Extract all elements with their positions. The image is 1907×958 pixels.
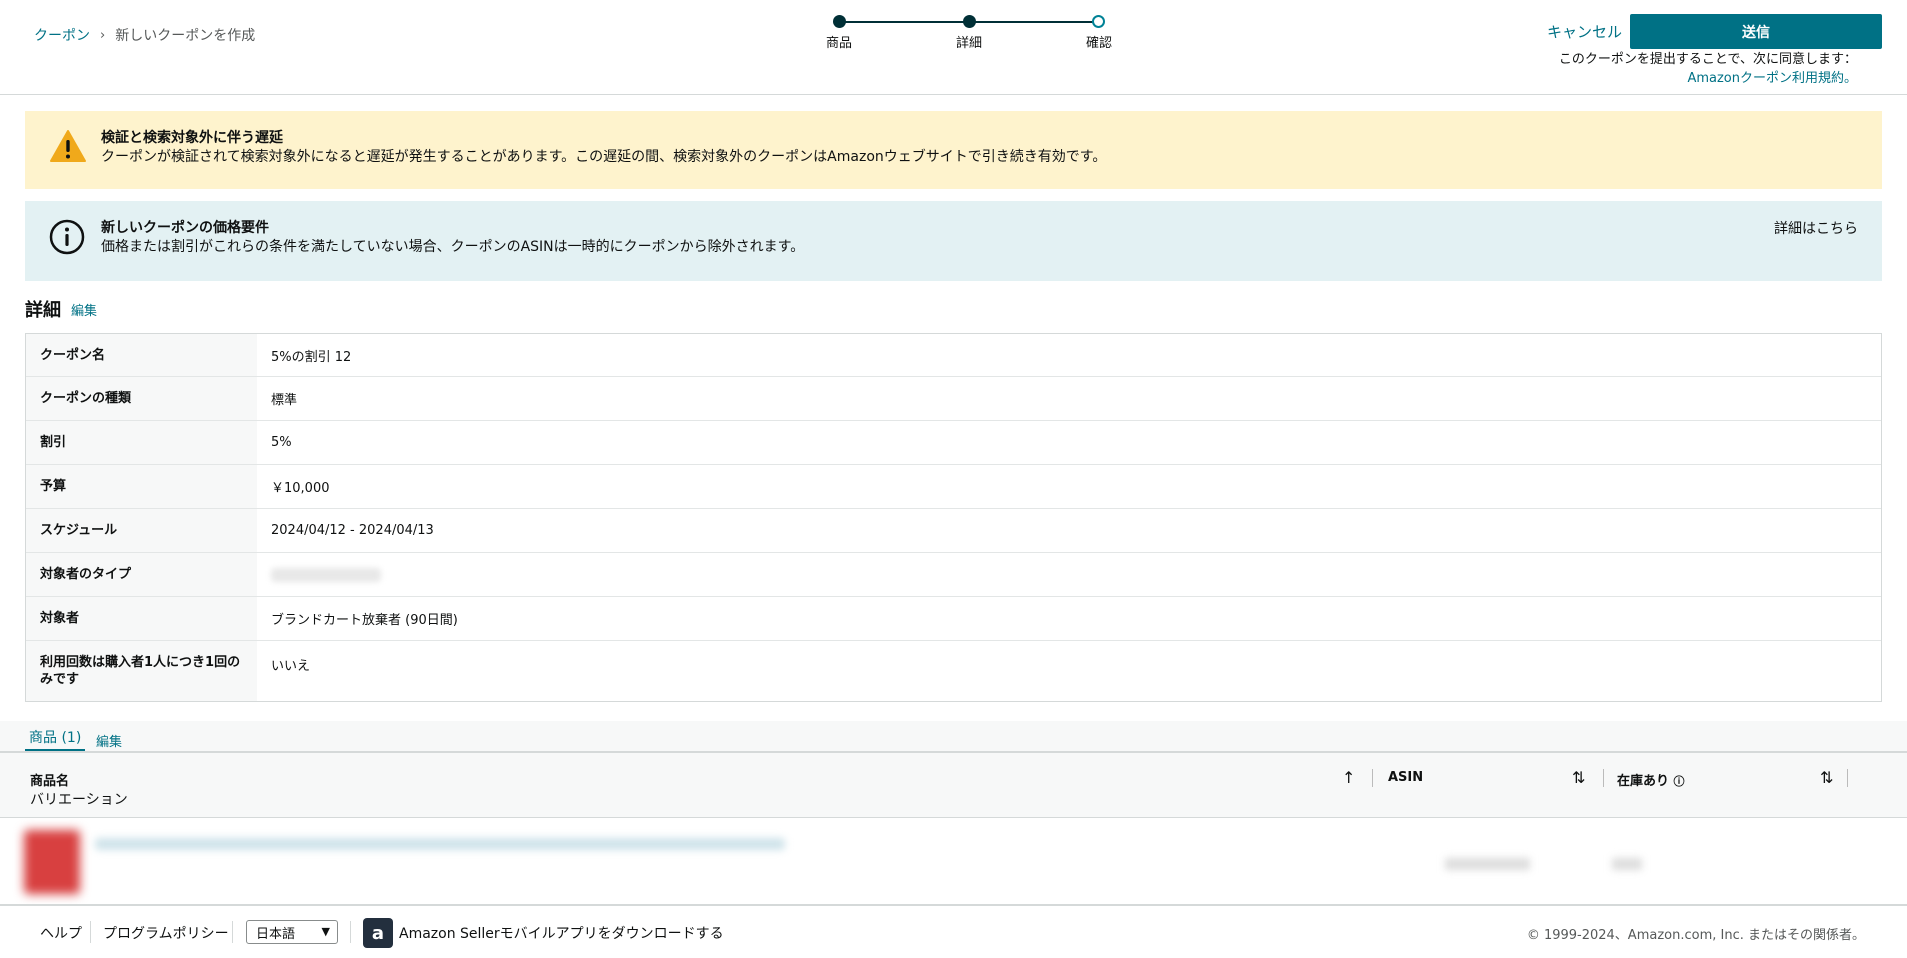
details-label: 利用回数は購入者1人につき1回のみです — [26, 641, 257, 701]
cancel-button[interactable]: キャンセル — [1547, 21, 1622, 42]
table-row — [0, 818, 1907, 904]
stepper-line-2 — [970, 21, 1098, 23]
details-row-budget: 予算 ￥10,000 — [26, 465, 1881, 509]
column-header-in-stock[interactable]: 在庫あり ⓘ — [1617, 770, 1685, 789]
terms-link[interactable]: Amazonクーポン利用規約。 — [1559, 69, 1857, 88]
column-divider — [1603, 769, 1604, 787]
step-label-products: 商品 — [825, 36, 853, 51]
warning-alert: 検証と検索対象外に伴う遅延 クーポンが検証されて検索対象外になると遅延が発生する… — [25, 111, 1882, 189]
info-small-icon[interactable]: ⓘ — [1674, 775, 1685, 788]
info-icon — [49, 219, 85, 259]
footer-app-download-link[interactable]: Amazon Sellerモバイルアプリをダウンロードする — [399, 923, 724, 943]
details-value: いいえ — [271, 659, 311, 674]
footer-help-link[interactable]: ヘルプ — [40, 923, 82, 943]
agreement-text: このクーポンを提出することで、次に同意します： — [1558, 52, 1857, 67]
step-dot-details — [963, 15, 976, 28]
details-heading: 詳細 — [25, 300, 61, 321]
breadcrumb-current: 新しいクーポンを作成 — [115, 28, 256, 44]
column-header-product-name[interactable]: 商品名 — [30, 770, 69, 789]
breadcrumb-separator: › — [100, 27, 106, 43]
column-divider — [1847, 769, 1848, 787]
redacted-value — [271, 567, 381, 582]
details-label: クーポンの種類 — [26, 377, 257, 420]
warning-icon — [49, 129, 87, 167]
details-row-one-per-customer: 利用回数は購入者1人につき1回のみです いいえ — [26, 641, 1881, 701]
agreement-notice: このクーポンを提出することで、次に同意します： Amazonクーポン利用規約。 — [1559, 50, 1857, 88]
product-thumbnail — [24, 830, 80, 894]
product-asin-redacted — [1445, 858, 1530, 870]
details-value: ブランドカート放棄者 (90日間) — [271, 613, 458, 628]
footer-policy-link[interactable]: プログラムポリシー — [103, 923, 229, 943]
details-label: 対象者のタイプ — [26, 553, 257, 596]
warning-body: クーポンが検証されて検索対象外になると遅延が発生することがあります。この遅延の間… — [101, 149, 1107, 165]
details-value: ￥10,000 — [271, 481, 330, 496]
chevron-down-icon: ▼ — [321, 925, 330, 938]
products-edit-link[interactable]: 編集 — [96, 731, 122, 750]
details-label: 対象者 — [26, 597, 257, 640]
sort-ascending-icon[interactable]: ↑ — [1342, 768, 1355, 787]
in-stock-label: 在庫あり — [1617, 774, 1670, 789]
details-row-audience-type: 対象者のタイプ — [26, 553, 1881, 597]
page-footer: ヘルプ プログラムポリシー 日本語 ▼ a Amazon Sellerモバイルア… — [0, 904, 1907, 958]
details-edit-link[interactable]: 編集 — [71, 300, 97, 319]
details-row-coupon-name: クーポン名 5%の割引 12 — [26, 334, 1881, 377]
page-header: クーポン › 新しいクーポンを作成 商品 詳細 確認 キャンセル 送信 このクー… — [0, 0, 1907, 95]
details-value: 5%の割引 12 — [271, 349, 352, 365]
language-selected-value: 日本語 — [256, 926, 296, 942]
learn-more-link[interactable]: 詳細はこちら — [1774, 218, 1858, 238]
step-dot-products — [833, 15, 846, 28]
breadcrumb: クーポン › 新しいクーポンを作成 — [34, 25, 255, 45]
sort-toggle-icon[interactable]: ⇅ — [1572, 768, 1585, 787]
details-label: 割引 — [26, 421, 257, 464]
info-body: 価格または割引がこれらの条件を満たしていない場合、クーポンのASINは一時的にク… — [101, 239, 805, 255]
step-dot-review — [1092, 15, 1105, 28]
product-title-redacted[interactable] — [95, 838, 785, 850]
details-label: 予算 — [26, 465, 257, 508]
details-row-coupon-type: クーポンの種類 標準 — [26, 377, 1881, 421]
details-row-audience: 対象者 ブランドカート放棄者 (90日間) — [26, 597, 1881, 641]
breadcrumb-coupons-link[interactable]: クーポン — [34, 25, 90, 45]
footer-divider — [350, 921, 351, 943]
details-row-schedule: スケジュール 2024/04/12 - 2024/04/13 — [26, 509, 1881, 553]
details-value — [257, 553, 1881, 596]
step-label-details: 詳細 — [955, 36, 983, 51]
language-select[interactable]: 日本語 ▼ — [246, 920, 338, 944]
sort-toggle-icon[interactable]: ⇅ — [1820, 768, 1833, 787]
products-tab-bar — [0, 721, 1907, 751]
footer-copyright: © 1999-2024、Amazon.com, Inc. またはその関係者。 — [1526, 928, 1865, 943]
step-label-review: 確認 — [1085, 36, 1113, 51]
progress-stepper: 商品 詳細 確認 — [824, 14, 1112, 54]
submit-button[interactable]: 送信 — [1630, 14, 1882, 49]
details-value: 標準 — [271, 393, 298, 408]
details-row-discount: 割引 5% — [26, 421, 1881, 465]
footer-divider — [90, 921, 91, 943]
amazon-app-icon[interactable]: a — [363, 918, 393, 948]
details-label: クーポン名 — [26, 334, 257, 376]
details-label: スケジュール — [26, 509, 257, 552]
details-table: クーポン名 5%の割引 12 クーポンの種類 標準 割引 5% 予算 ￥10,0… — [25, 333, 1882, 702]
stepper-line-1 — [840, 21, 968, 23]
warning-title: 検証と検索対象外に伴う遅延 — [101, 130, 283, 146]
footer-divider — [232, 921, 233, 943]
column-divider — [1372, 769, 1373, 787]
details-value: 5% — [271, 435, 292, 450]
products-table-header: 商品名 バリエーション ↑ ASIN ⇅ 在庫あり ⓘ ⇅ — [0, 751, 1907, 818]
column-header-asin[interactable]: ASIN — [1388, 770, 1423, 785]
info-title: 新しいクーポンの価格要件 — [101, 220, 269, 236]
tab-products[interactable]: 商品 (1) — [25, 727, 86, 752]
info-alert: 新しいクーポンの価格要件 価格または割引がこれらの条件を満たしていない場合、クー… — [25, 201, 1882, 281]
product-stock-redacted — [1612, 858, 1642, 870]
column-header-variation: バリエーション — [30, 792, 128, 808]
details-value: 2024/04/12 - 2024/04/13 — [271, 523, 434, 538]
